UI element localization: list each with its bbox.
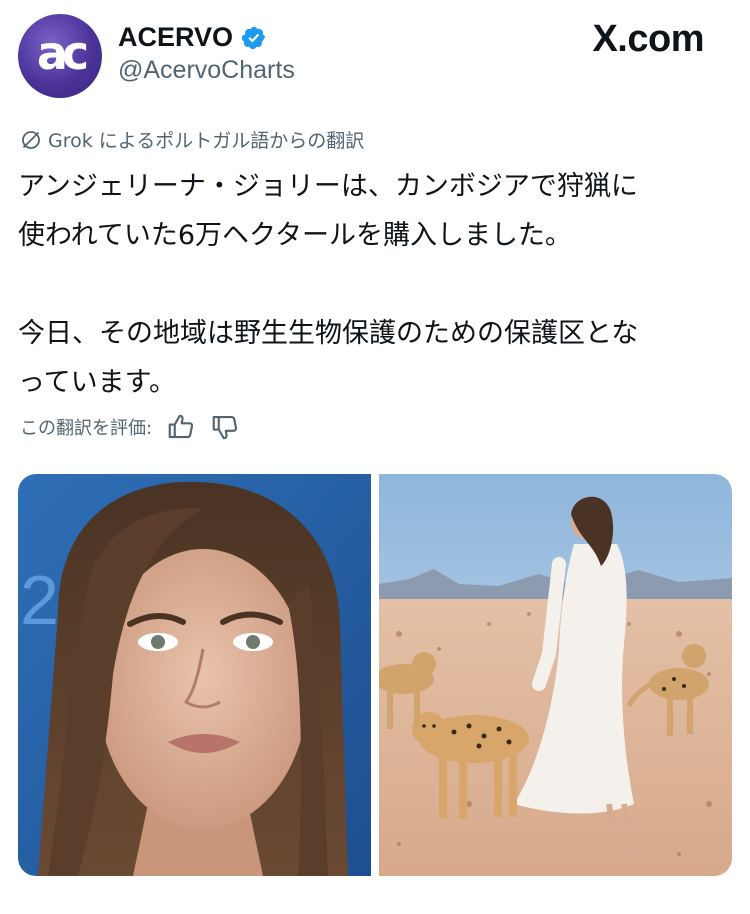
translation-note: Grok によるポルトガル語からの翻訳: [20, 126, 364, 153]
author-name-row[interactable]: ACERVO: [118, 22, 267, 53]
post-line-2: 使われていた6万ヘクタールを購入しました。: [18, 220, 572, 251]
svg-text:2: 2: [20, 561, 59, 639]
post-line-1: アンジェリーナ・ジョリーは、カンボジアで狩猟に: [18, 171, 638, 202]
translate-icon: [20, 129, 42, 151]
rate-label: この翻訳を評価:: [20, 418, 153, 439]
thumbs-down-icon[interactable]: [210, 412, 240, 442]
media-image-portrait[interactable]: 2: [18, 474, 371, 876]
translation-label[interactable]: Grok によるポルトガル語からの翻訳: [48, 126, 364, 153]
post-text: アンジェリーナ・ジョリーは、カンボジアで狩猟に 使われていた6万ヘクタールを購入…: [18, 162, 732, 407]
handle[interactable]: @AcervoCharts: [118, 56, 295, 85]
display-name[interactable]: ACERVO: [118, 22, 233, 53]
post-line-4: っています。: [18, 367, 176, 398]
verified-badge-icon: [241, 25, 267, 51]
thumbs-up-icon[interactable]: [166, 412, 196, 442]
rate-translation-row: この翻訳を評価:: [20, 412, 240, 442]
brand-logo: X.com: [592, 18, 704, 60]
post-line-3: 今日、その地域は野生生物保護のための保護区とな: [18, 318, 639, 349]
avatar[interactable]: ac: [18, 14, 102, 98]
avatar-logo-text: ac: [36, 26, 89, 80]
post-card: ac ACERVO @AcervoCharts X.com Grok によるポル…: [0, 0, 750, 914]
media-grid: 2: [18, 474, 732, 876]
media-image-desert-cheetahs[interactable]: [379, 474, 732, 876]
